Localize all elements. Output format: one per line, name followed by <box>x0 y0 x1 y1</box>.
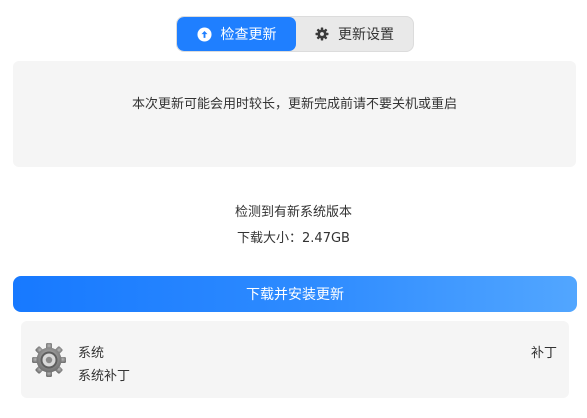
download-install-label: 下载并安装更新 <box>246 287 344 303</box>
new-version-found-text: 检测到有新系统版本 <box>234 205 352 220</box>
update-tabs: 检查更新 更新设置 <box>176 16 414 52</box>
arrow-up-circle-icon <box>196 26 212 42</box>
gear-icon <box>315 27 329 41</box>
update-notice-panel: 本次更新可能会用时较长，更新完成前请不要关机或重启 <box>13 61 576 167</box>
download-size-text: 下载大小：2.47GB <box>237 231 350 246</box>
update-item-name: 系统 <box>78 346 105 361</box>
tab-check-updates-label: 检查更新 <box>220 27 277 43</box>
tab-check-updates[interactable]: 检查更新 <box>177 17 296 51</box>
update-notice-text: 本次更新可能会用时较长，更新完成前请不要关机或重启 <box>131 97 457 112</box>
system-gear-icon <box>31 342 67 378</box>
download-install-button[interactable]: 下载并安装更新 <box>13 276 577 312</box>
tab-update-settings[interactable]: 更新设置 <box>296 17 413 51</box>
update-item-description: 系统补丁 <box>78 369 131 384</box>
update-item-type: 补丁 <box>530 346 557 361</box>
update-page: 检查更新 更新设置 本次更新可能会用时较长，更新完成前请不要关机或重启 检测到有… <box>0 0 587 418</box>
tab-update-settings-label: 更新设置 <box>338 27 394 43</box>
update-list-item: 系统 系统补丁 补丁 <box>21 321 569 398</box>
